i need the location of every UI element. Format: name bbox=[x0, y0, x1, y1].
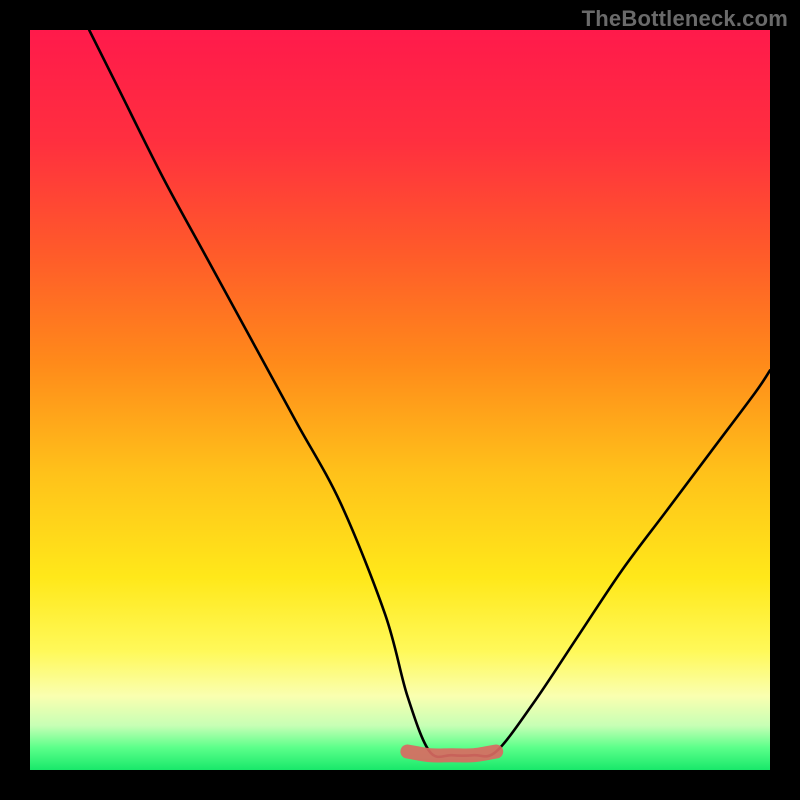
plot-area bbox=[30, 30, 770, 770]
bottom-highlight bbox=[407, 752, 496, 756]
bottleneck-curve bbox=[89, 30, 770, 757]
curve-layer bbox=[30, 30, 770, 770]
chart-frame: TheBottleneck.com bbox=[0, 0, 800, 800]
watermark-text: TheBottleneck.com bbox=[582, 6, 788, 32]
